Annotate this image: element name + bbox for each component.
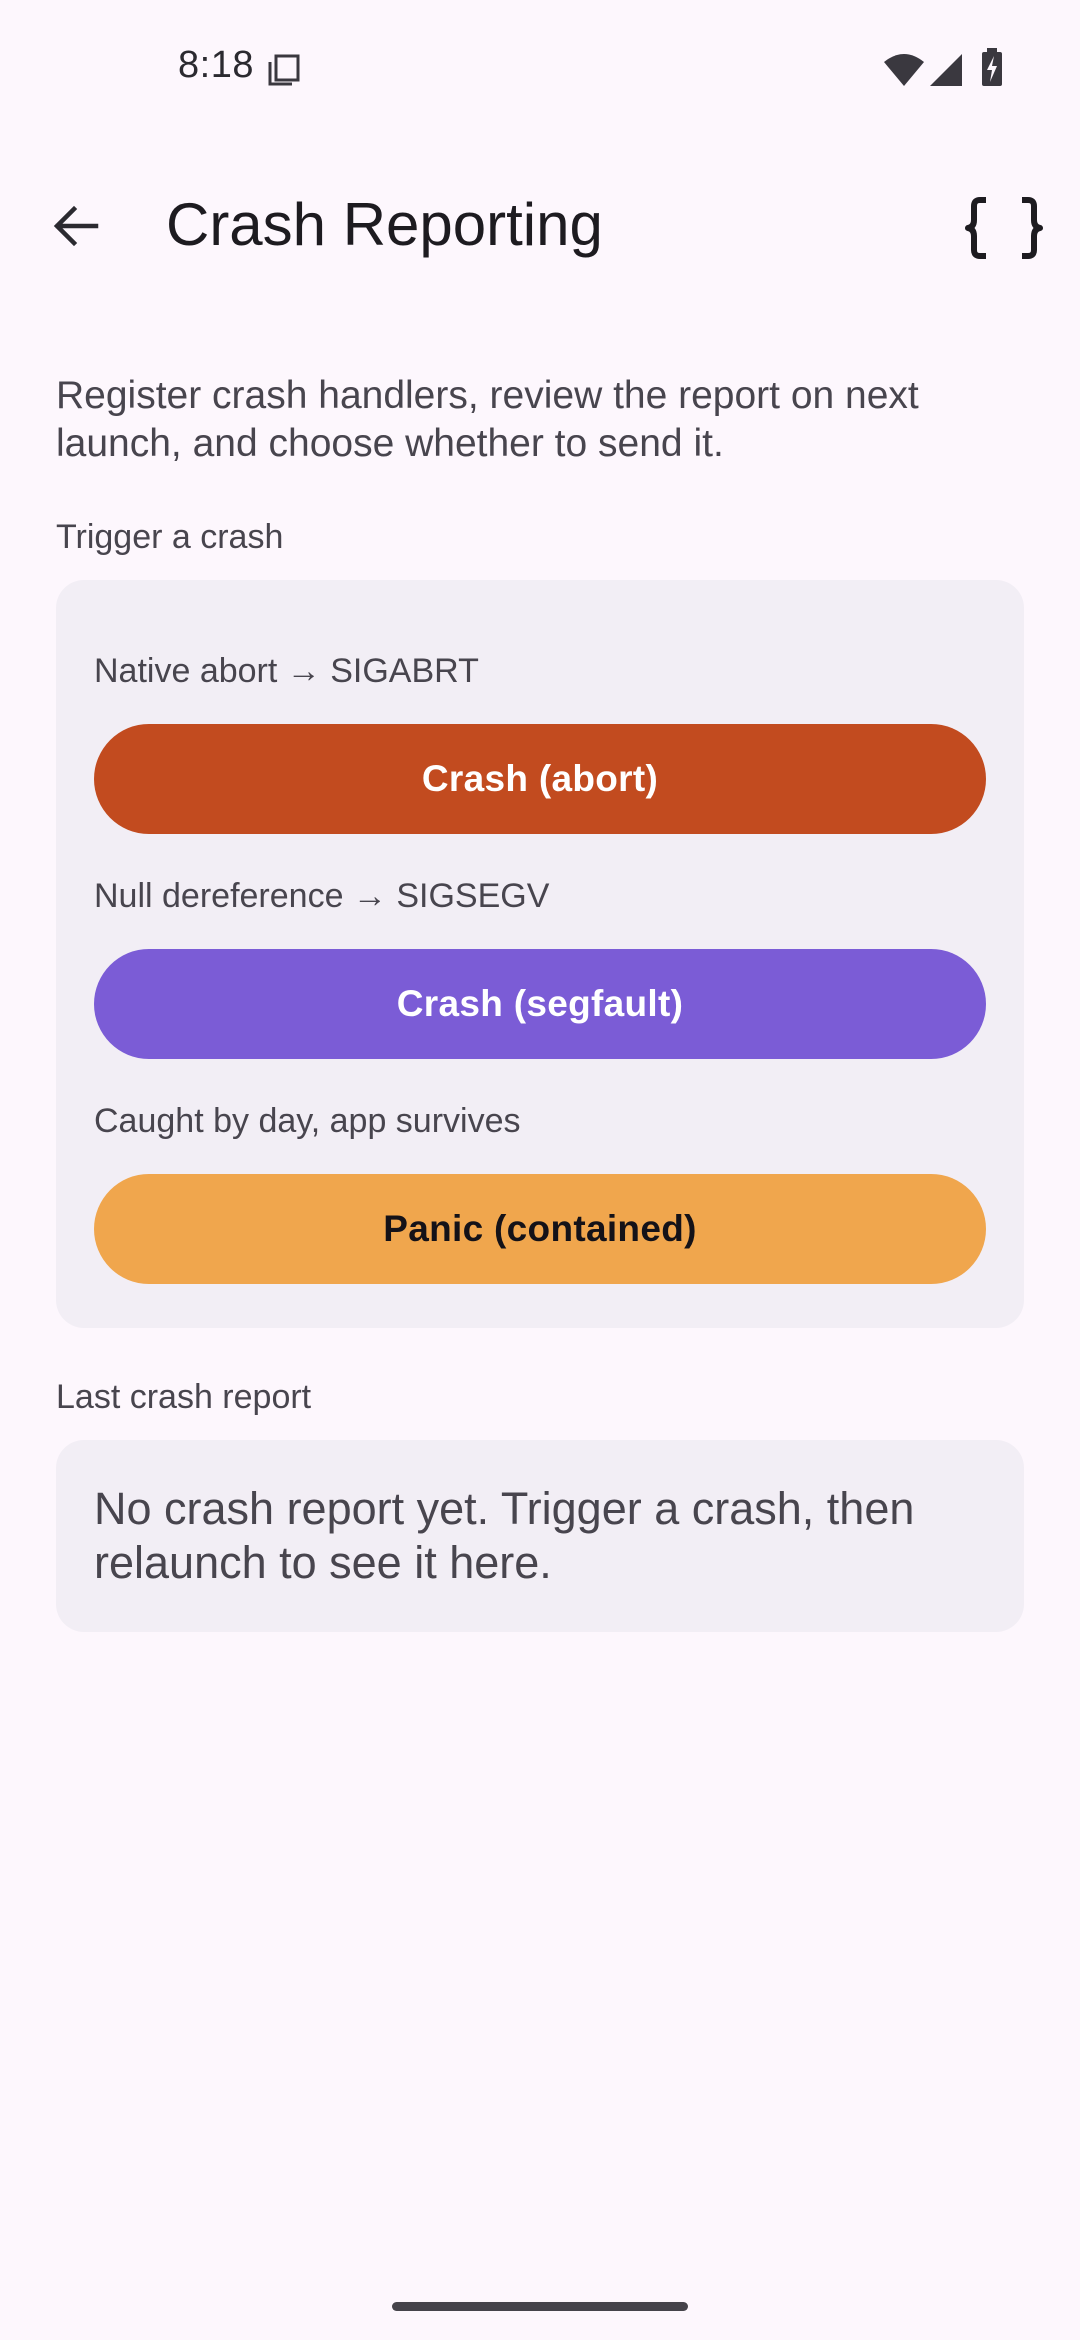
section-label-last-report: Last crash report bbox=[56, 1378, 312, 1416]
panic-contained-button[interactable]: Panic (contained) bbox=[94, 1174, 986, 1284]
crash-segfault-button[interactable]: Crash (segfault) bbox=[94, 949, 986, 1059]
curly-braces-icon bbox=[964, 196, 1044, 265]
crash-abort-button[interactable]: Crash (abort) bbox=[94, 724, 986, 834]
status-bar: 8:18 bbox=[0, 0, 1080, 140]
status-time: 8:18 bbox=[178, 44, 254, 86]
battery-charging-icon bbox=[980, 48, 1004, 88]
wifi-icon bbox=[882, 52, 926, 88]
view-json-button[interactable] bbox=[956, 188, 1052, 272]
last-crash-report-card: No crash report yet. Trigger a crash, th… bbox=[56, 1440, 1024, 1632]
back-button[interactable] bbox=[36, 188, 116, 268]
home-indicator[interactable] bbox=[392, 2302, 688, 2311]
copy-icon bbox=[266, 52, 302, 88]
trigger-crash-card: Native abort → SIGABRT Crash (abort) Nul… bbox=[56, 580, 1024, 1328]
app-bar: Crash Reporting bbox=[0, 160, 1080, 290]
panic-caption: Caught by day, app survives bbox=[94, 1102, 521, 1140]
segfault-caption: Null dereference → SIGSEGV bbox=[94, 877, 550, 915]
empty-report-text: No crash report yet. Trigger a crash, th… bbox=[94, 1483, 915, 1588]
abort-caption: Native abort → SIGABRT bbox=[94, 652, 479, 690]
signal-icon bbox=[928, 52, 964, 88]
description-text: Register crash handlers, review the repo… bbox=[56, 374, 919, 465]
section-label-trigger: Trigger a crash bbox=[56, 518, 284, 556]
page-title: Crash Reporting bbox=[166, 191, 603, 258]
arrow-left-icon bbox=[50, 200, 102, 257]
